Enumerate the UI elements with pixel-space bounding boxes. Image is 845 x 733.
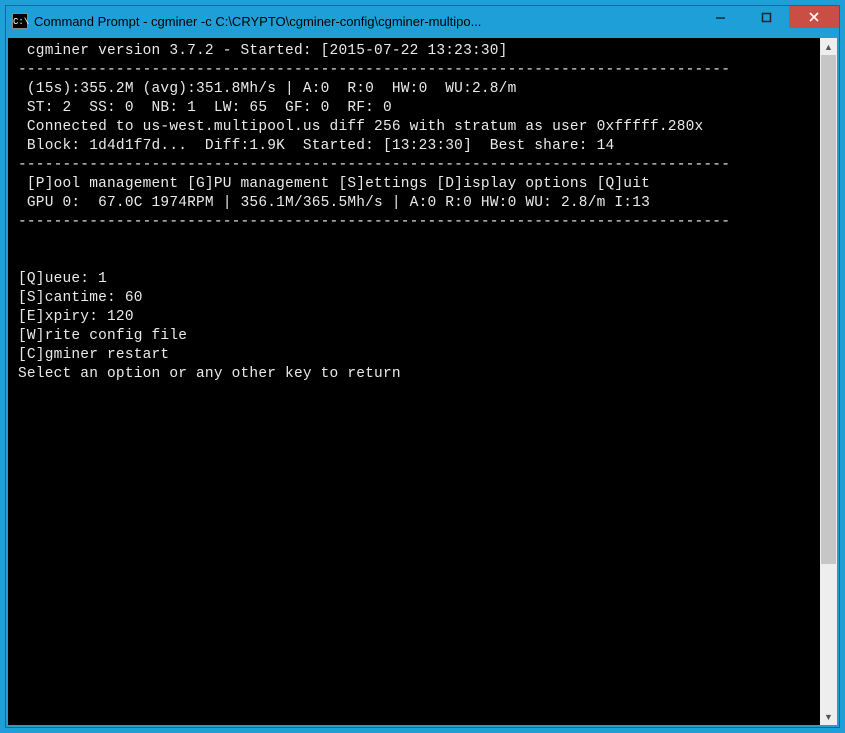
- settings-restart: [C]gminer restart: [18, 347, 169, 363]
- divider: ----------------------------------------…: [18, 214, 730, 230]
- maximize-button[interactable]: [743, 6, 789, 28]
- scroll-thumb[interactable]: [821, 55, 836, 564]
- window-frame: C:\ Command Prompt - cgminer -c C:\CRYPT…: [5, 5, 840, 728]
- settings-prompt: Select an option or any other key to ret…: [18, 366, 401, 382]
- divider: ----------------------------------------…: [18, 62, 730, 78]
- close-icon: [808, 11, 820, 23]
- header-line: cgminer version 3.7.2 - Started: [2015-0…: [18, 43, 508, 59]
- status-line-1: (15s):355.2M (avg):351.8Mh/s | A:0 R:0 H…: [18, 81, 516, 97]
- vertical-scrollbar[interactable]: ▲ ▼: [820, 38, 837, 725]
- console-output[interactable]: cgminer version 3.7.2 - Started: [2015-0…: [8, 38, 820, 725]
- settings-expiry: [E]xpiry: 120: [18, 309, 134, 325]
- console-area: cgminer version 3.7.2 - Started: [2015-0…: [6, 36, 839, 727]
- close-button[interactable]: [789, 6, 839, 28]
- settings-queue: [Q]ueue: 1: [18, 271, 107, 287]
- status-line-2: ST: 2 SS: 0 NB: 1 LW: 65 GF: 0 RF: 0: [18, 100, 392, 116]
- divider: ----------------------------------------…: [18, 157, 730, 173]
- status-line-3: Connected to us-west.multipool.us diff 2…: [18, 119, 703, 135]
- scroll-up-arrow-icon[interactable]: ▲: [820, 38, 837, 55]
- titlebar[interactable]: C:\ Command Prompt - cgminer -c C:\CRYPT…: [6, 6, 839, 36]
- status-line-4: Block: 1d4d1f7d... Diff:1.9K Started: [1…: [18, 138, 614, 154]
- maximize-icon: [761, 12, 772, 23]
- window-buttons: [697, 6, 839, 36]
- minimize-button[interactable]: [697, 6, 743, 28]
- settings-write: [W]rite config file: [18, 328, 187, 344]
- scroll-track[interactable]: [820, 55, 837, 708]
- scroll-down-arrow-icon[interactable]: ▼: [820, 708, 837, 725]
- settings-scantime: [S]cantime: 60: [18, 290, 143, 306]
- menu-line-1: [P]ool management [G]PU management [S]et…: [18, 176, 650, 192]
- minimize-icon: [715, 12, 726, 23]
- app-icon: C:\: [12, 13, 28, 29]
- window-title: Command Prompt - cgminer -c C:\CRYPTO\cg…: [34, 14, 697, 29]
- gpu-line: GPU 0: 67.0C 1974RPM | 356.1M/365.5Mh/s …: [18, 195, 650, 211]
